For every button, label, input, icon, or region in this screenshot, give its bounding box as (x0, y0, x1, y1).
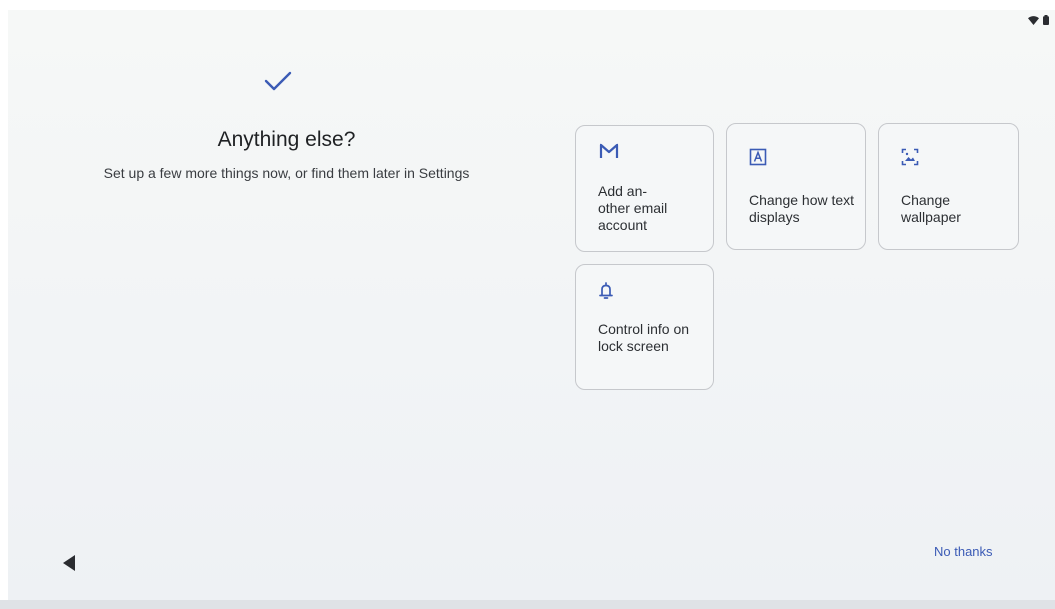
no-thanks-button[interactable]: No thanks (934, 544, 993, 559)
back-triangle-icon[interactable] (62, 554, 84, 576)
text-display-icon (749, 148, 771, 170)
page-title: Anything else? (217, 128, 356, 151)
bell-icon (598, 281, 620, 303)
checkmark-icon (264, 70, 292, 97)
wallpaper-icon (901, 148, 923, 170)
option-change-text-display[interactable]: Change how text displays (726, 123, 866, 250)
option-label: Change wallpaper (901, 192, 961, 225)
battery-icon (1043, 15, 1049, 25)
option-change-wallpaper[interactable]: Change wallpaper (878, 123, 1019, 250)
option-lock-screen-info[interactable]: Control info on lock screen (575, 264, 714, 390)
device-bezel (0, 600, 1055, 609)
option-label: Control info on lock screen (598, 321, 690, 354)
setup-screen: Anything else? Set up a few more things … (8, 10, 1055, 605)
page-subtitle: Set up a few more things now, or find th… (103, 165, 470, 181)
option-label: Add an- other email account (598, 183, 668, 233)
wifi-icon (1028, 15, 1039, 25)
gmail-icon (598, 142, 620, 164)
option-add-email-account[interactable]: Add an- other email account (575, 125, 714, 252)
option-label: Change how text displays (749, 192, 855, 225)
status-bar (1028, 15, 1049, 25)
tablet-screen: Anything else? Set up a few more things … (0, 0, 1055, 609)
